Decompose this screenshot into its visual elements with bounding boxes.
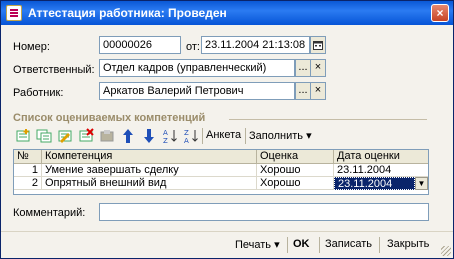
calendar-icon[interactable]	[310, 36, 326, 54]
employee-field[interactable]: Аркатов Валерий Петрович	[99, 82, 295, 100]
toolbar-separator	[245, 128, 246, 144]
move-down-icon[interactable]	[139, 126, 159, 146]
delete-row-icon[interactable]	[76, 126, 96, 146]
print-button-label: Печать	[235, 239, 272, 251]
row-number: 2	[14, 177, 42, 190]
competency-cell[interactable]: Опрятный внешний вид	[42, 177, 257, 190]
resize-grip-icon[interactable]	[441, 246, 451, 256]
date-cell-selected[interactable]: 23.11.2004	[334, 177, 415, 190]
bottom-separator	[287, 237, 288, 253]
column-header-date[interactable]: Дата оценки	[334, 150, 428, 164]
chevron-down-icon: ▾	[274, 239, 280, 251]
add-row-icon[interactable]	[13, 126, 33, 146]
competencies-table[interactable]: № Компетенция Оценка Дата оценки 1 Умени…	[13, 149, 429, 195]
chevron-down-icon: ▾	[306, 130, 312, 142]
svg-text:Z: Z	[184, 129, 189, 137]
ok-button[interactable]: OK	[293, 238, 310, 250]
responsible-clear-button[interactable]: ×	[310, 59, 326, 77]
fill-button-label: Заполнить	[249, 130, 304, 142]
close-button[interactable]: Закрыть	[387, 238, 429, 250]
svg-text:Z: Z	[163, 137, 168, 144]
responsible-label: Ответственный:	[13, 64, 95, 76]
section-divider	[229, 119, 427, 120]
end-edit-icon[interactable]	[97, 126, 117, 146]
fill-button[interactable]: Заполнить ▾	[249, 129, 312, 142]
chevron-down-icon[interactable]: ▼	[415, 177, 428, 190]
responsible-field[interactable]: Отдел кадров (управленческий)	[99, 59, 295, 77]
edit-row-icon[interactable]	[55, 126, 75, 146]
svg-text:A: A	[184, 137, 189, 144]
row-number: 1	[14, 164, 42, 177]
window-close-button[interactable]: ×	[431, 4, 449, 22]
grade-cell[interactable]: Хорошо	[257, 177, 334, 190]
sort-ascending-icon[interactable]: AZ	[160, 126, 180, 146]
save-button[interactable]: Записать	[325, 238, 372, 250]
title-bar[interactable]: Аттестация работника: Проведен ×	[1, 1, 453, 25]
svg-text:A: A	[163, 129, 168, 137]
column-header-competency[interactable]: Компетенция	[42, 150, 257, 164]
date-label: от:	[186, 41, 200, 53]
sort-descending-icon[interactable]: ZA	[181, 126, 201, 146]
competencies-section-title: Список оцениваемых компетенций	[13, 112, 206, 124]
column-header-grade[interactable]: Оценка	[257, 150, 334, 164]
date-cell[interactable]: 23.11.2004	[334, 164, 428, 177]
competency-cell[interactable]: Умение завершать сделку	[42, 164, 257, 177]
employee-label: Работник:	[13, 87, 64, 99]
copy-row-icon[interactable]	[34, 126, 54, 146]
questionnaire-button[interactable]: Анкета	[206, 129, 241, 141]
print-button[interactable]: Печать ▾	[235, 238, 280, 251]
number-field[interactable]: 00000026	[99, 36, 181, 54]
comment-field[interactable]	[99, 203, 429, 221]
move-up-icon[interactable]	[118, 126, 138, 146]
employee-select-button[interactable]: ...	[295, 82, 311, 100]
grade-cell[interactable]: Хорошо	[257, 164, 334, 177]
comment-label: Комментарий:	[13, 207, 86, 219]
employee-clear-button[interactable]: ×	[310, 82, 326, 100]
toolbar-separator	[202, 128, 203, 144]
responsible-select-button[interactable]: ...	[295, 59, 311, 77]
number-label: Номер:	[13, 41, 50, 53]
date-field[interactable]: 23.11.2004 21:13:08	[201, 36, 310, 54]
window-title: Аттестация работника: Проведен	[28, 6, 227, 20]
document-window: Аттестация работника: Проведен × Номер: …	[0, 0, 454, 259]
document-icon	[6, 5, 22, 21]
column-header-number[interactable]: №	[14, 150, 42, 164]
bottom-command-bar: Печать ▾ OK Записать Закрыть	[1, 231, 453, 258]
bottom-separator	[379, 237, 380, 253]
bottom-separator	[319, 237, 320, 253]
